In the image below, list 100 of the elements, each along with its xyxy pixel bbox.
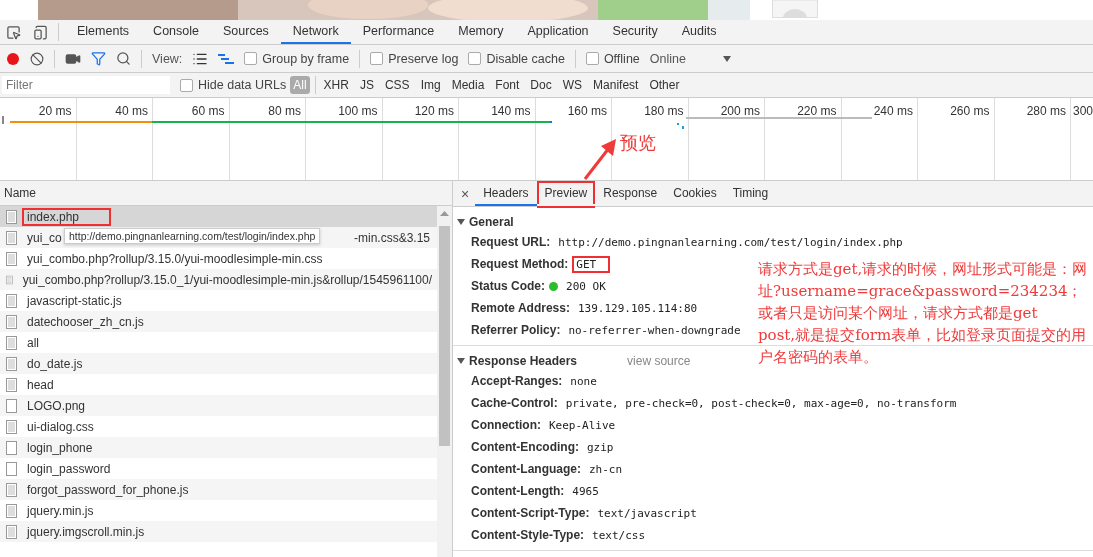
type-filter[interactable]: Font xyxy=(492,76,523,94)
document-icon xyxy=(6,293,17,308)
type-filter[interactable]: Manifest xyxy=(590,76,642,94)
header-name: Content-Script-Type: xyxy=(471,506,590,520)
panel-tab[interactable]: Sources xyxy=(211,20,281,44)
device-toolbar-icon[interactable] xyxy=(33,24,48,40)
scrollbar[interactable] xyxy=(437,206,452,557)
section-title[interactable]: General xyxy=(469,215,514,229)
time-tick: 260 ms xyxy=(918,98,995,180)
panel-tab[interactable]: Memory xyxy=(446,20,516,44)
checkbox[interactable]: Offline xyxy=(585,51,640,66)
throttle-select[interactable]: Online xyxy=(649,51,686,66)
request-name: jquery.imgscroll.min.js xyxy=(25,523,146,541)
header-value: zh-cn xyxy=(588,461,624,478)
document-icon xyxy=(6,335,17,350)
detail-tab[interactable]: Timing xyxy=(724,181,777,206)
blank-file-icon xyxy=(6,461,17,476)
type-filter[interactable]: CSS xyxy=(381,76,413,94)
request-name: yui_co xyxy=(26,229,63,247)
request-name: yui_combo.php?rollup/3.15.0/yui-moodlesimple-min.css xyxy=(26,250,324,268)
expand-triangle-icon[interactable] xyxy=(457,219,465,225)
type-filter[interactable]: Img xyxy=(417,76,444,94)
request-name: forgot_password_for_phone.js xyxy=(26,481,190,499)
request-row[interactable]: forgot_password_for_phone.js xyxy=(0,479,437,500)
clear-icon[interactable] xyxy=(30,51,44,66)
header-name: Content-Length: xyxy=(471,484,565,498)
section-title[interactable]: Response Headers xyxy=(469,354,578,368)
header-value: 139.129.105.114:80 xyxy=(576,300,699,317)
checkbox[interactable]: Disable cache xyxy=(468,51,565,66)
search-icon[interactable] xyxy=(116,51,131,66)
status-dot-icon xyxy=(549,281,558,291)
type-filter[interactable]: Other xyxy=(646,76,683,94)
request-row[interactable]: login_phone xyxy=(0,437,437,458)
checkbox[interactable]: Preserve log xyxy=(370,51,459,66)
time-tick: 280 ms xyxy=(994,98,1071,180)
document-icon xyxy=(6,209,17,224)
header-value: private, pre-check=0, post-check=0, max-age=0, no-transform xyxy=(564,395,958,412)
detail-tab[interactable]: Headers xyxy=(475,181,537,206)
request-name: LOGO.png xyxy=(26,397,87,415)
document-icon xyxy=(6,419,17,434)
dropdown-caret-icon[interactable] xyxy=(721,54,732,63)
header-value: none xyxy=(569,373,598,390)
blank-file-icon xyxy=(6,398,17,413)
document-icon xyxy=(6,482,17,497)
header-name: Content-Encoding: xyxy=(471,440,579,454)
request-row[interactable]: datechooser_zh_cn.js xyxy=(0,311,437,332)
request-row[interactable]: do_date.js xyxy=(0,353,437,374)
request-name: all xyxy=(26,334,40,352)
waterfall-view-icon[interactable] xyxy=(218,52,235,65)
time-tick: 300 xyxy=(1072,103,1093,120)
header-value: GET xyxy=(572,255,611,273)
filter-icon[interactable] xyxy=(91,51,106,66)
panel-tab[interactable]: Console xyxy=(141,20,211,44)
request-row[interactable]: index.php xyxy=(0,206,437,227)
header-value: 4965 xyxy=(571,483,600,500)
filter-field[interactable]: Filter xyxy=(2,76,170,94)
type-filter[interactable]: JS xyxy=(356,76,377,94)
panel-tab[interactable]: Performance xyxy=(350,20,447,44)
checkbox[interactable]: Group by frame xyxy=(244,51,350,66)
close-button[interactable]: × xyxy=(459,181,476,206)
type-filter[interactable]: Media xyxy=(448,76,488,94)
url-tooltip: http://demo.pingnanlearning.com/test/login/index.php xyxy=(64,228,321,244)
type-filter[interactable]: XHR xyxy=(320,76,352,94)
detail-tab[interactable]: Preview xyxy=(536,181,596,206)
type-filter[interactable]: Doc xyxy=(527,76,555,94)
panel-tab[interactable]: Audits xyxy=(669,20,729,44)
request-row[interactable]: LOGO.png xyxy=(0,395,437,416)
document-icon xyxy=(6,503,17,518)
detail-tab[interactable]: Response xyxy=(595,181,666,206)
request-row[interactable]: yui_combo.php?rollup/3.15.0_1/yui-moodlesimple-min.js&rollup/1545961100/ xyxy=(0,269,437,290)
request-name: login_phone xyxy=(26,439,94,457)
checkbox[interactable]: Hide data URLs xyxy=(180,78,287,92)
type-filter[interactable]: WS xyxy=(559,76,586,94)
panel-tab[interactable]: Security xyxy=(600,20,670,44)
header-name: Request Method: xyxy=(471,257,569,271)
header-name: Remote Address: xyxy=(471,301,570,315)
panel-tab[interactable]: Application xyxy=(515,20,601,44)
request-name: datechooser_zh_cn.js xyxy=(26,313,145,331)
request-name: login_password xyxy=(26,460,112,478)
header-value: Keep-Alive xyxy=(548,417,617,434)
annotation-label: 预览 xyxy=(620,131,656,155)
inspect-icon[interactable] xyxy=(6,24,21,40)
request-name: do_date.js xyxy=(26,355,84,373)
header-value: http://demo.pingnanlearning.com/test/login/index.php xyxy=(557,234,904,251)
header-name: Cache-Control: xyxy=(471,396,558,410)
request-name: -min.css&3.15 xyxy=(352,229,431,247)
document-icon xyxy=(6,377,17,392)
request-name: javascript-static.js xyxy=(25,292,123,310)
view-source-link[interactable]: view source xyxy=(627,354,691,368)
view-label: View: xyxy=(152,51,183,66)
header-value: 200 OK xyxy=(565,278,607,295)
record-icon[interactable] xyxy=(6,51,20,66)
panel-tab[interactable]: Elements xyxy=(65,20,142,44)
request-row[interactable]: jquery.imgscroll.min.js xyxy=(0,521,437,542)
expand-triangle-icon[interactable] xyxy=(457,358,465,364)
request-name: index.php xyxy=(22,207,112,226)
header-name: Content-Style-Type: xyxy=(471,528,585,542)
column-header[interactable]: Name xyxy=(0,181,452,206)
header-name: Accept-Ranges: xyxy=(471,374,563,388)
detail-tab[interactable]: Cookies xyxy=(665,181,725,206)
